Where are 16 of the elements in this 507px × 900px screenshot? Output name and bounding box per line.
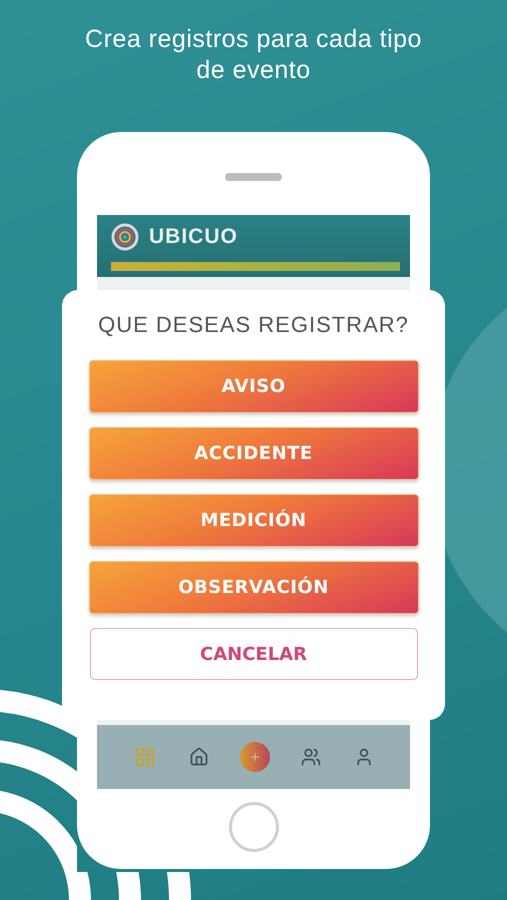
option-button[interactable]: AVISO: [88, 360, 418, 413]
speaker-slot: [225, 173, 282, 181]
option-button[interactable]: MEDICIÓN: [88, 494, 418, 547]
people-icon: [300, 747, 320, 767]
home-key: [228, 802, 278, 852]
home-icon: [188, 747, 208, 767]
headline: Crea registros para cada tipo de evento: [84, 24, 423, 86]
cancel-button[interactable]: CANCELAR: [90, 628, 418, 680]
add-button[interactable]: [240, 742, 270, 772]
dialog-title: QUE DESEAS REGISTRAR?: [98, 312, 409, 338]
option-button[interactable]: OBSERVACIÓN: [88, 561, 418, 614]
plus-icon: [248, 751, 260, 763]
option-button[interactable]: ACCIDENTE: [88, 427, 418, 480]
brand-name: UBICUO: [149, 225, 238, 249]
logo-icon: [111, 223, 139, 251]
grid-icon: [134, 746, 156, 768]
